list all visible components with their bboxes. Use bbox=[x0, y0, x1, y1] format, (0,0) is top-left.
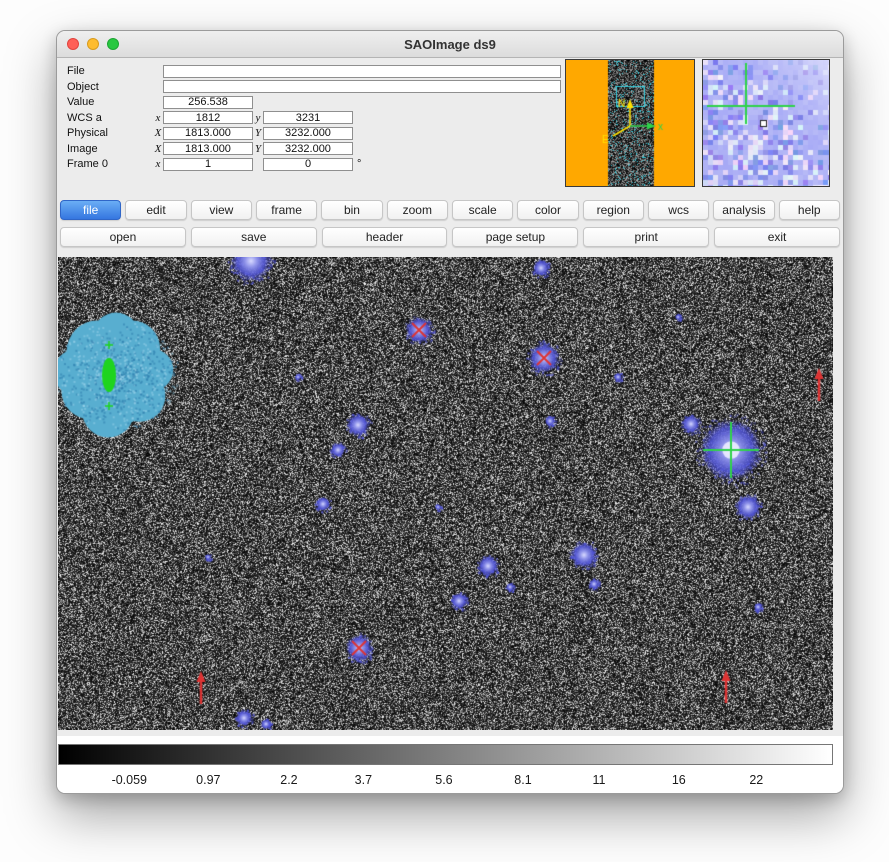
main-image-canvas[interactable] bbox=[58, 257, 833, 730]
degree-suffix: ° bbox=[357, 158, 361, 170]
physical-label: Physical bbox=[57, 127, 153, 139]
tick-label: 3.7 bbox=[355, 773, 372, 787]
frame-x-key: x bbox=[153, 158, 163, 170]
save-button[interactable]: save bbox=[191, 227, 317, 247]
image-label: Image bbox=[57, 143, 153, 155]
physical-y-key: Y bbox=[253, 127, 263, 139]
menu-frame[interactable]: frame bbox=[256, 200, 317, 220]
tick-label: -0.059 bbox=[112, 773, 147, 787]
tick-label: 5.6 bbox=[435, 773, 452, 787]
wcs-x-key: x bbox=[153, 112, 163, 124]
colorbar-ticks: -0.059 0.97 2.2 3.7 5.6 8.1 11 16 22 bbox=[58, 773, 833, 793]
colorbar-section: -0.059 0.97 2.2 3.7 5.6 8.1 11 16 22 bbox=[57, 736, 843, 793]
menu-file[interactable]: file bbox=[60, 200, 121, 220]
tick-label: 0.97 bbox=[196, 773, 220, 787]
wcs-y-field[interactable]: 3231 bbox=[263, 111, 353, 124]
file-field[interactable] bbox=[163, 65, 561, 78]
exit-button[interactable]: exit bbox=[714, 227, 840, 247]
menu-region[interactable]: region bbox=[583, 200, 644, 220]
object-field[interactable] bbox=[163, 80, 561, 93]
zoom-button[interactable] bbox=[107, 38, 119, 50]
tick-label: 22 bbox=[749, 773, 763, 787]
frame-label: Frame 0 bbox=[57, 158, 153, 170]
panner-canvas[interactable] bbox=[566, 60, 694, 186]
window-title: SAOImage ds9 bbox=[404, 37, 496, 52]
open-button[interactable]: open bbox=[60, 227, 186, 247]
menu-help[interactable]: help bbox=[779, 200, 840, 220]
file-menu-bar: open save header page setup print exit bbox=[57, 225, 843, 252]
object-label: Object bbox=[57, 81, 153, 93]
menu-analysis[interactable]: analysis bbox=[713, 200, 774, 220]
physical-x-key: X bbox=[153, 127, 163, 139]
menu-zoom[interactable]: zoom bbox=[387, 200, 448, 220]
wcs-x-field[interactable]: 1812 bbox=[163, 111, 253, 124]
value-label: Value bbox=[57, 96, 153, 108]
magnifier-canvas[interactable] bbox=[703, 60, 829, 186]
close-button[interactable] bbox=[67, 38, 79, 50]
menu-wcs[interactable]: wcs bbox=[648, 200, 709, 220]
ds9-window: SAOImage ds9 File Object Value 256.538 W… bbox=[56, 30, 844, 794]
menu-edit[interactable]: edit bbox=[125, 200, 186, 220]
wcs-y-key: y bbox=[253, 112, 263, 124]
frame-field-1[interactable]: 1 bbox=[163, 158, 253, 171]
minimize-button[interactable] bbox=[87, 38, 99, 50]
header-button[interactable]: header bbox=[322, 227, 448, 247]
menu-bar: file edit view frame bin zoom scale colo… bbox=[57, 197, 843, 225]
image-y-field[interactable]: 3232.000 bbox=[263, 142, 353, 155]
menu-scale[interactable]: scale bbox=[452, 200, 513, 220]
info-panel: File Object Value 256.538 WCS a x 1812 y… bbox=[57, 58, 843, 197]
title-bar[interactable]: SAOImage ds9 bbox=[57, 31, 843, 58]
image-y-key: Y bbox=[253, 143, 263, 155]
tick-label: 2.2 bbox=[280, 773, 297, 787]
image-x-key: X bbox=[153, 143, 163, 155]
file-label: File bbox=[57, 65, 153, 77]
wcs-label: WCS a bbox=[57, 112, 153, 124]
physical-y-field[interactable]: 3232.000 bbox=[263, 127, 353, 140]
tick-label: 11 bbox=[592, 773, 605, 787]
panner[interactable] bbox=[565, 59, 695, 187]
print-button[interactable]: print bbox=[583, 227, 709, 247]
traffic-lights bbox=[67, 38, 119, 50]
value-field[interactable]: 256.538 bbox=[163, 96, 253, 109]
physical-x-field[interactable]: 1813.000 bbox=[163, 127, 253, 140]
page-setup-button[interactable]: page setup bbox=[452, 227, 578, 247]
colorbar[interactable] bbox=[58, 744, 833, 765]
tick-label: 8.1 bbox=[514, 773, 531, 787]
image-area bbox=[57, 252, 843, 736]
menu-color[interactable]: color bbox=[517, 200, 578, 220]
magnifier[interactable] bbox=[702, 59, 830, 187]
menu-view[interactable]: view bbox=[191, 200, 252, 220]
tick-label: 16 bbox=[672, 773, 686, 787]
image-x-field[interactable]: 1813.000 bbox=[163, 142, 253, 155]
frame-field-2[interactable]: 0 bbox=[263, 158, 353, 171]
menu-bin[interactable]: bin bbox=[321, 200, 382, 220]
